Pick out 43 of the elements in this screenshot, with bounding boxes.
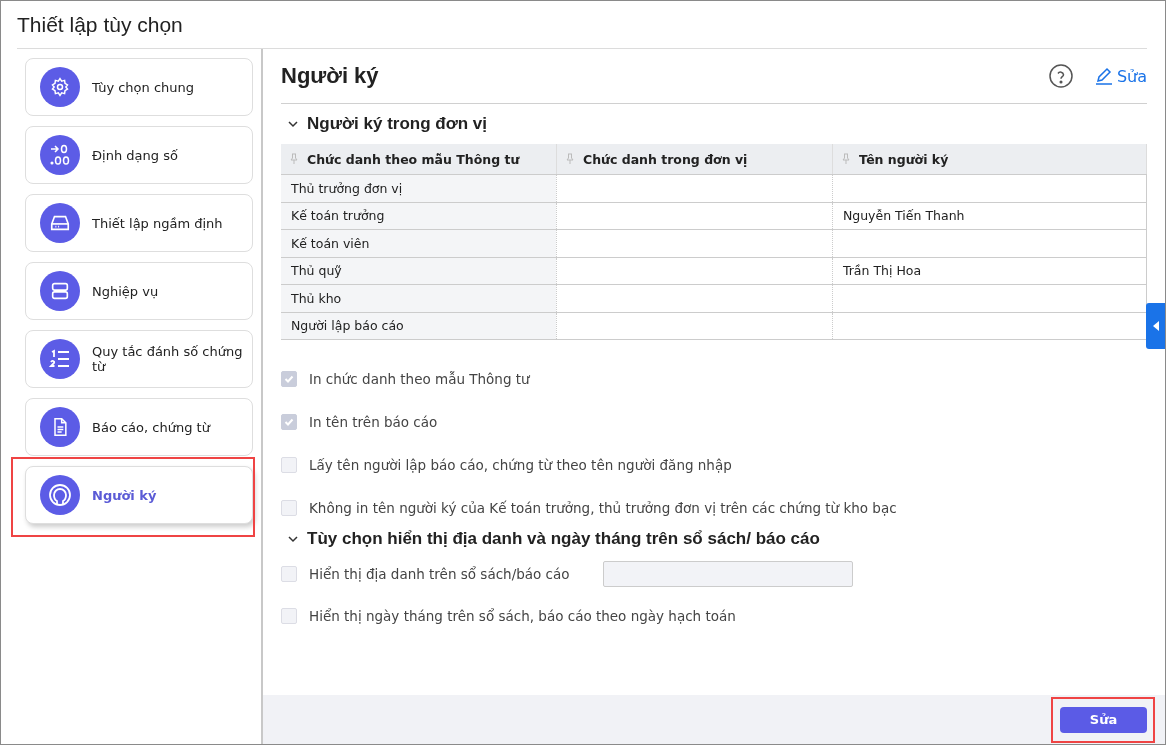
- section-title: Tùy chọn hiển thị địa danh và ngày tháng trên sổ sách/ báo cáo: [307, 529, 820, 549]
- server-icon: [49, 280, 71, 302]
- table-cell: Kế toán trưởng: [291, 208, 385, 224]
- table-cell: Thủ quỹ: [291, 263, 342, 279]
- sidebar-item[interactable]: Thiết lập ngầm định: [25, 194, 253, 252]
- pencil-icon: [1094, 67, 1113, 85]
- table-cell: Nguyễn Tiến Thanh: [842, 208, 965, 224]
- section-title: Người ký trong đơn vị: [307, 114, 488, 134]
- option-label: Lấy tên người lập báo cáo, chứng từ theo tên người đăng nhập: [309, 457, 732, 473]
- sidebar-item[interactable]: Nghiệp vụ: [25, 262, 253, 320]
- sidebar-item[interactable]: Báo cáo, chứng từ: [25, 398, 253, 456]
- table-cell: Trần Thị Hoa: [842, 263, 922, 279]
- sidebar-item[interactable]: Người ký: [25, 466, 253, 524]
- user-icon: [48, 483, 72, 507]
- check-icon: [283, 416, 295, 428]
- sidebar-item[interactable]: Định dạng số: [25, 126, 253, 184]
- column-header[interactable]: Chức danh theo mẫu Thông tư: [281, 144, 557, 175]
- pin-icon[interactable]: [840, 153, 851, 165]
- option-label: In tên trên báo cáo: [309, 414, 438, 430]
- table-cell: Người lập báo cáo: [291, 318, 404, 334]
- option-label: In chức danh theo mẫu Thông tư: [309, 371, 530, 387]
- option-label: Hiển thị địa danh trên sổ sách/báo cáo: [309, 566, 571, 582]
- table-cell: Thủ trưởng đơn vị: [291, 180, 403, 196]
- page-title: Người ký: [281, 63, 380, 89]
- gear-icon: [50, 77, 70, 97]
- column-header[interactable]: Tên người ký: [832, 144, 1147, 175]
- table-cell: Thủ kho: [291, 290, 342, 306]
- caret-icon: [1152, 321, 1159, 331]
- table-cell: Kế toán viên: [291, 235, 370, 251]
- panel-toggle-tab[interactable]: [1146, 303, 1165, 349]
- sidebar-item[interactable]: Quy tắc đánh số chứng từ: [25, 330, 253, 388]
- pin-icon[interactable]: [564, 153, 575, 165]
- column-header[interactable]: Chức danh trong đơn vị: [556, 144, 833, 175]
- number-format-icon: [48, 143, 72, 167]
- pin-icon[interactable]: [289, 153, 299, 165]
- edit-link[interactable]: Sửa: [1094, 66, 1147, 86]
- help-icon[interactable]: [1048, 64, 1073, 88]
- check-icon: [283, 373, 295, 385]
- sidebar-item[interactable]: Tùy chọn chung: [25, 58, 253, 116]
- option-label: Không in tên người ký của Kế toán trưởng, thủ trưởng đơn vị trên các chứng từ kho bạc: [309, 500, 897, 516]
- option-label: Hiển thị ngày tháng trên sổ sách, báo cáo theo ngày hạch toán: [309, 608, 736, 624]
- window-title: Thiết lập tùy chọn: [17, 1, 1147, 49]
- edit-button[interactable]: Sửa: [1060, 706, 1147, 733]
